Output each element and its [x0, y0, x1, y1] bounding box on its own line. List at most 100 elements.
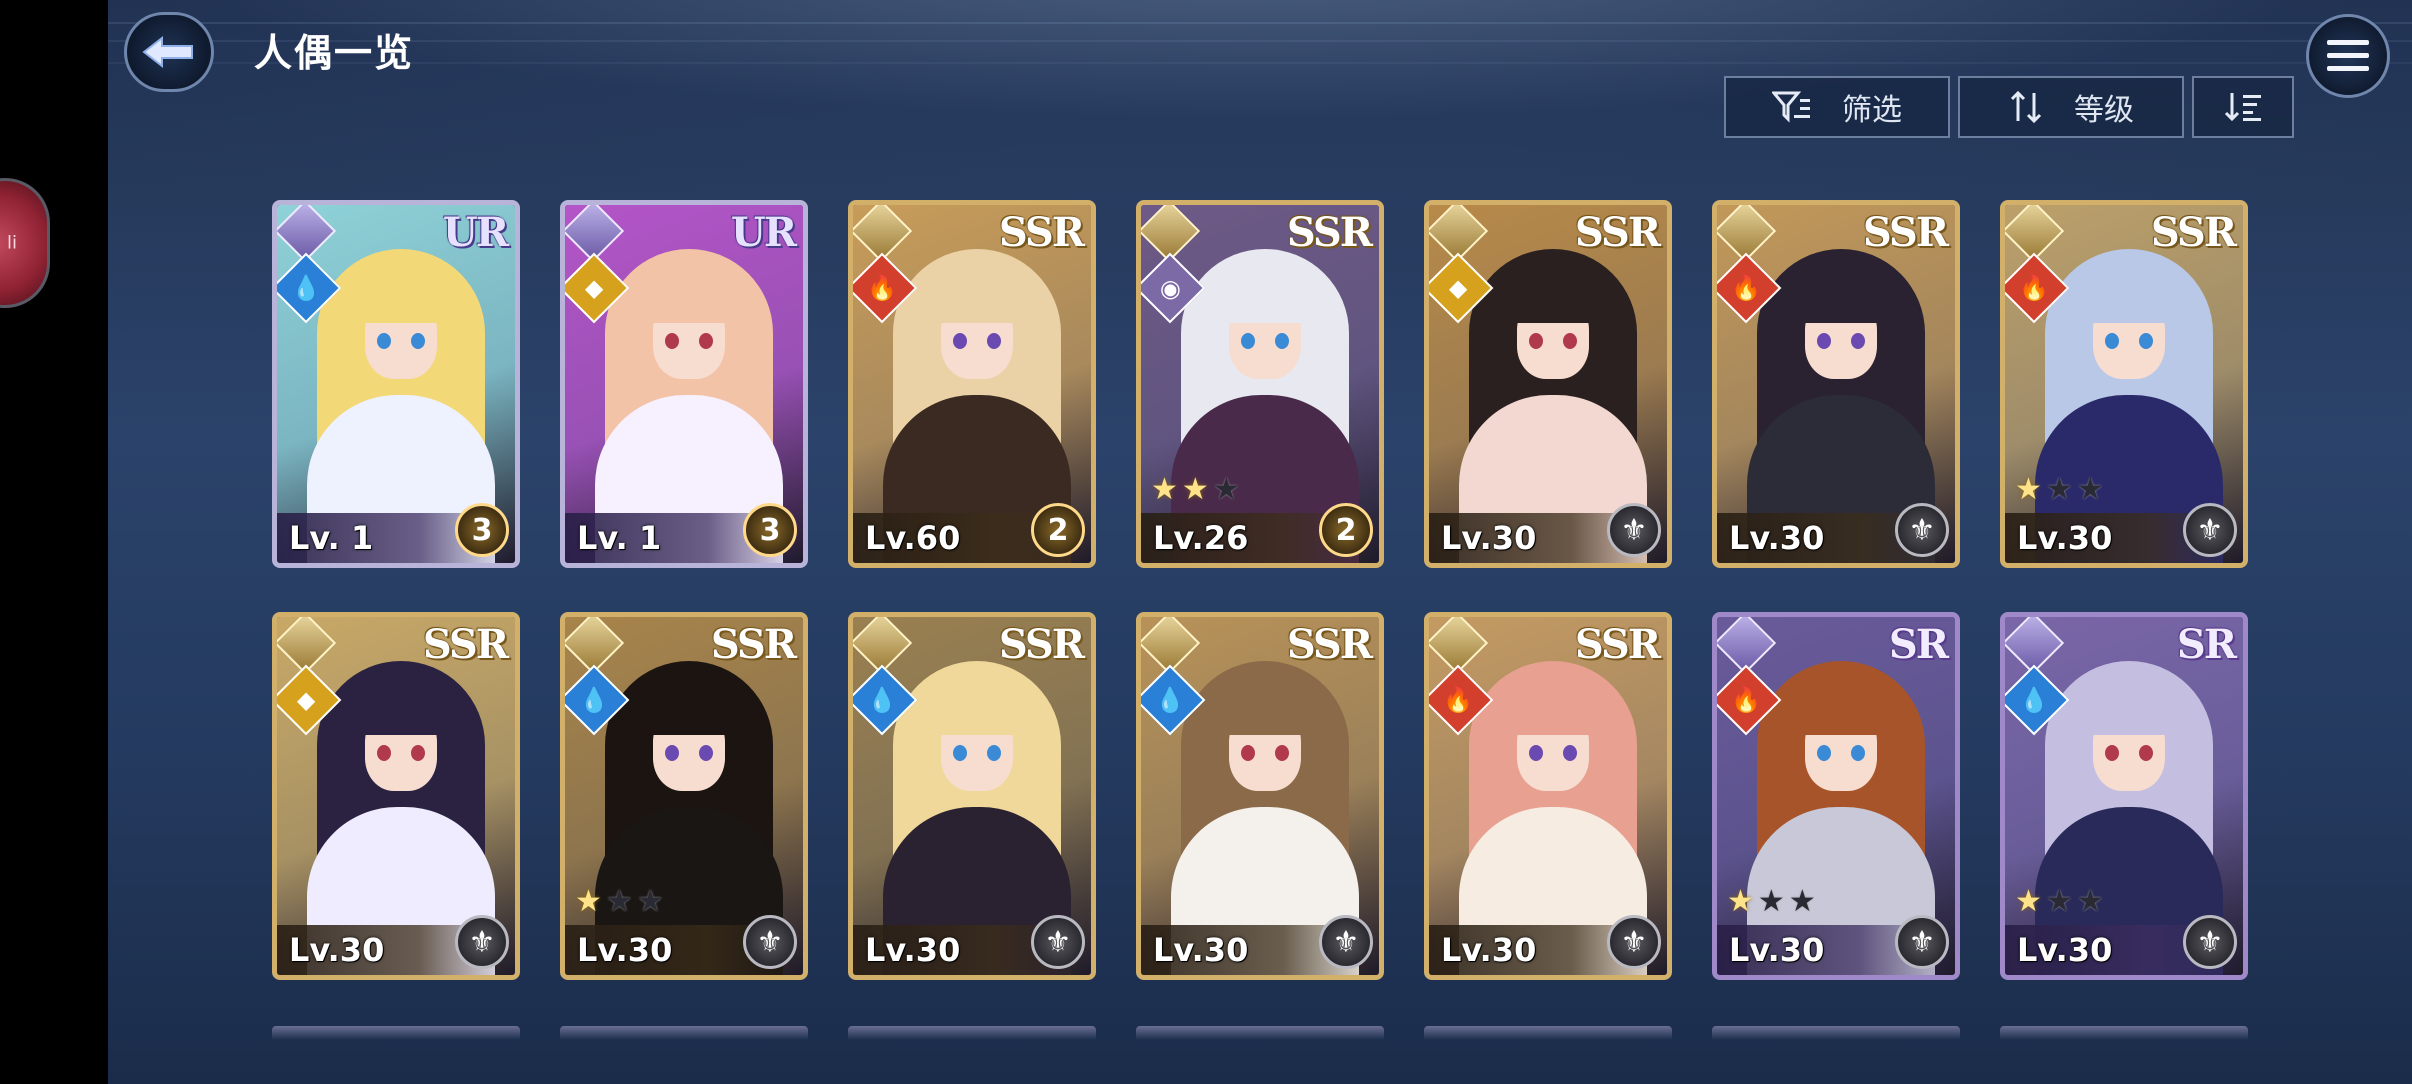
character-eye	[377, 745, 391, 761]
page-title: 人偶一览	[254, 31, 415, 75]
sort-descending-icon	[2224, 93, 2261, 122]
game-screen: 人偶一览 筛选 等级 💧 UR Lv. 1 3 ◆ UR Lv. 1 3 🔥 S…	[108, 0, 2412, 1084]
star-rating: ★★★	[575, 884, 668, 919]
rarity-badge: SSR	[1862, 209, 1949, 256]
sort-order-button[interactable]	[2192, 76, 2294, 138]
rarity-badge: SSR	[1574, 209, 1661, 256]
empty-star-icon: ★	[2076, 472, 2108, 507]
character-eye	[1275, 333, 1289, 349]
doll-card[interactable]: 🔥 SSR Lv.30 ⚜	[1424, 612, 1672, 980]
empty-star-icon: ★	[605, 884, 637, 919]
partial-card-row	[272, 1026, 520, 1040]
character-bangs	[2085, 697, 2175, 735]
filled-star-icon: ★	[2015, 884, 2046, 919]
empty-star-icon: ★	[2045, 472, 2077, 507]
left-black-bar	[0, 0, 108, 1084]
sort-label: 等级	[2074, 93, 2134, 128]
filled-star-icon: ★	[1181, 472, 1213, 507]
partial-card-row	[1136, 1026, 1384, 1040]
character-eye	[1817, 333, 1831, 349]
filled-star-icon: ★	[575, 884, 606, 919]
doll-card[interactable]: ◆ UR Lv. 13	[560, 200, 808, 568]
character-eye	[1817, 745, 1831, 761]
butterfly-emblem-icon: ⚜	[1895, 915, 1949, 969]
character-eye	[2105, 745, 2119, 761]
level-label: Lv.60	[865, 519, 961, 557]
filled-star-icon: ★	[1727, 884, 1758, 919]
character-bangs	[1221, 697, 1311, 735]
rarity-badge: SSR	[998, 209, 1085, 256]
character-eye	[987, 333, 1001, 349]
character-bangs	[357, 697, 447, 735]
character-eye	[1563, 745, 1577, 761]
character-eye	[1241, 333, 1255, 349]
character-eye	[987, 745, 1001, 761]
rarity-badge: UR	[442, 209, 509, 256]
character-eye	[2139, 745, 2153, 761]
character-bangs	[2085, 285, 2175, 323]
character-bangs	[1509, 285, 1599, 323]
empty-star-icon: ★	[1788, 884, 1820, 919]
rarity-badge: SR	[2176, 621, 2237, 668]
doll-card[interactable]: 💧 SR ★★★ Lv.30 ⚜	[2000, 612, 2248, 980]
character-eye	[953, 333, 967, 349]
doll-card[interactable]: 🔥 SSR Lv.30 ⚜	[1712, 200, 1960, 568]
level-label: Lv.30	[865, 931, 961, 969]
back-arrow-icon	[142, 35, 193, 69]
character-bangs	[1797, 285, 1887, 323]
level-label: Lv.30	[1153, 931, 1249, 969]
rarity-badge: SSR	[2150, 209, 2237, 256]
partial-card-row	[2000, 1026, 2248, 1040]
doll-card[interactable]: 💧 SSR Lv.30 ⚜	[1136, 612, 1384, 980]
doll-card[interactable]: ◆ SSR Lv.30 ⚜	[272, 612, 520, 980]
partial-card-row	[1712, 1026, 1960, 1040]
level-label: Lv.30	[1441, 519, 1537, 557]
character-eye	[665, 333, 679, 349]
awakening-count-emblem: 3	[743, 503, 797, 557]
level-label: Lv.30	[2017, 931, 2113, 969]
character-eye	[699, 333, 713, 349]
level-label: Lv.30	[289, 931, 385, 969]
star-rating: ★★★	[2015, 884, 2108, 919]
awakening-count-emblem: 3	[455, 503, 509, 557]
character-bangs	[933, 697, 1023, 735]
empty-star-icon: ★	[2076, 884, 2108, 919]
character-eye	[699, 745, 713, 761]
butterfly-emblem-icon: ⚜	[2183, 915, 2237, 969]
partial-card-row	[848, 1026, 1096, 1040]
doll-card[interactable]: 💧 SSR Lv.30 ⚜	[848, 612, 1096, 980]
doll-card[interactable]: ◆ SSR Lv.30 ⚜	[1424, 200, 1672, 568]
menu-button[interactable]	[2306, 14, 2390, 98]
filter-icon	[1772, 91, 1810, 123]
doll-card[interactable]: ◉ SSR ★★★ Lv.26 2	[1136, 200, 1384, 568]
filter-button[interactable]: 筛选	[1724, 76, 1950, 138]
star-rating: ★★★	[1727, 884, 1820, 919]
star-rating: ★★★	[1151, 472, 1244, 507]
level-label: Lv.30	[577, 931, 673, 969]
character-bangs	[645, 285, 735, 323]
doll-card[interactable]: 🔥 SSR ★★★ Lv.30 ⚜	[2000, 200, 2248, 568]
doll-card[interactable]: 🔥 SSR Lv.60 2	[848, 200, 1096, 568]
doll-card[interactable]: 💧 SSR ★★★ Lv.30 ⚜	[560, 612, 808, 980]
doll-card[interactable]: 💧 UR Lv. 13	[272, 200, 520, 568]
partial-card-row	[560, 1026, 808, 1040]
doll-card[interactable]: 🔥 SR ★★★ Lv.30 ⚜	[1712, 612, 1960, 980]
hamburger-menu-icon	[2327, 40, 2369, 71]
empty-star-icon: ★	[636, 884, 668, 919]
star-rating: ★★★	[2015, 472, 2108, 507]
empty-star-icon: ★	[1212, 472, 1244, 507]
filter-label: 筛选	[1842, 93, 1902, 128]
character-eye	[2139, 333, 2153, 349]
level-label: Lv.30	[1729, 931, 1825, 969]
back-button[interactable]	[124, 12, 214, 92]
character-bangs	[933, 285, 1023, 323]
level-label: Lv.30	[2017, 519, 2113, 557]
character-bangs	[1509, 697, 1599, 735]
butterfly-emblem-icon: ⚜	[1607, 503, 1661, 557]
rarity-badge: UR	[730, 209, 797, 256]
header-bar: 人偶一览 筛选 等级	[108, 0, 2412, 138]
level-label: Lv.26	[1153, 519, 1249, 557]
sort-button[interactable]: 等级	[1958, 76, 2184, 138]
awakening-count-emblem: 2	[1031, 503, 1085, 557]
level-label: Lv. 1	[577, 519, 662, 557]
